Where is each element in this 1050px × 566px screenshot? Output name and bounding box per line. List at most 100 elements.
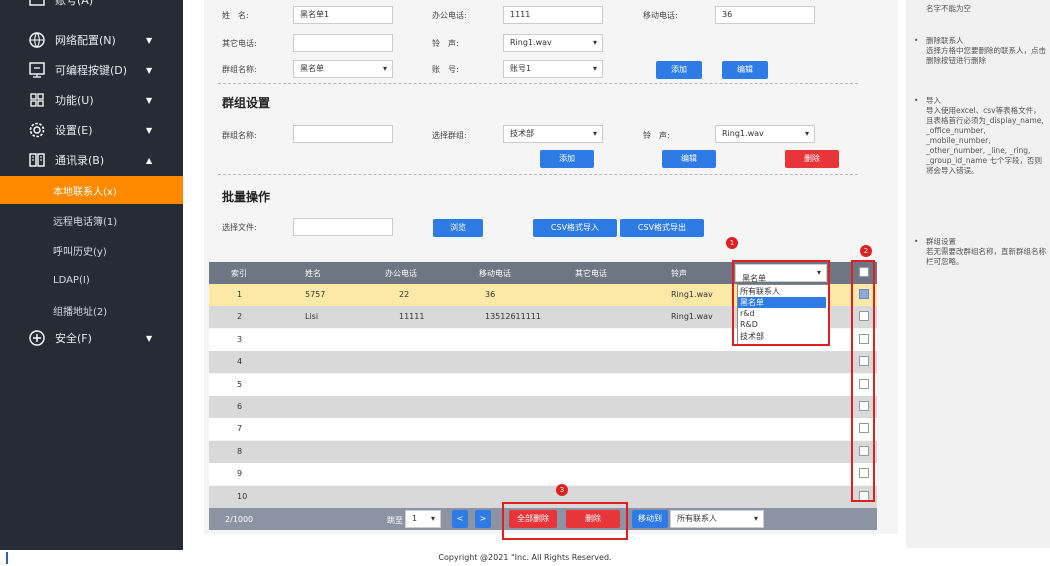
account-select[interactable]: 账号1 ▾ [503, 60, 603, 78]
chevron-down-icon: ▼ [146, 333, 153, 343]
sidebar-item-label: 设置(E) [55, 124, 93, 137]
prev-page-button[interactable]: < [452, 510, 468, 528]
add-group-button[interactable]: 添加 [540, 150, 594, 168]
help-text: 导入 导入使用excel、csv等表格文件，且表格首行必须为_display_n… [926, 96, 1044, 175]
cell-index: 8 [237, 446, 243, 456]
help-panel: 名字不能为空 • 删除联系人 选择方格中您要删除的联系人，点击删除按钮进行删除 •… [906, 0, 1050, 548]
chevron-down-icon: ▾ [592, 38, 597, 47]
sidebar-item-security[interactable]: 安全(F) ▼ [0, 324, 183, 352]
browse-button[interactable]: 浏览 [433, 219, 483, 237]
cell-index: 3 [237, 334, 243, 344]
account-select-value: 账号1 [510, 64, 532, 73]
sidebar-subitem-local-contacts[interactable]: 本地联系人(x) [0, 176, 183, 204]
group-settings-title: 群组设置 [222, 96, 271, 110]
help-text: 群组设置 若无需要改群组名称，直新群组名称栏可忽略。 [926, 237, 1046, 266]
book-icon [27, 150, 47, 170]
sidebar-item-features[interactable]: 功能(U) ▼ [0, 86, 183, 114]
ring-select-value: Ring1.wav [510, 38, 552, 47]
chevron-down-icon: ▼ [146, 125, 153, 135]
record-count: 2/1000 [225, 515, 254, 524]
bullet-icon: • [914, 36, 919, 45]
annotation-box-filter [732, 260, 830, 346]
chevron-down-icon: ▼ [146, 35, 153, 45]
csv-import-button[interactable]: CSV格式导入 [533, 219, 617, 237]
sidebar-subitem-label: 呼叫历史(y) [53, 246, 107, 258]
cell-index: 10 [237, 491, 248, 501]
sidebar-item-label: 安全(F) [55, 332, 92, 345]
table-row[interactable]: 5 [209, 373, 877, 396]
sidebar-item-programmable-keys[interactable]: 可编程按键(D) ▼ [0, 56, 183, 84]
add-contact-button[interactable]: 添加 [656, 61, 702, 79]
keyboard-icon [27, 60, 47, 80]
select-group-select[interactable]: 技术部 ▾ [503, 125, 603, 143]
table-row[interactable]: 6 [209, 396, 877, 418]
next-page-button[interactable]: > [475, 510, 491, 528]
ring-select[interactable]: Ring1.wav ▾ [503, 34, 603, 52]
chevron-down-icon: ▼ [146, 65, 153, 75]
help-item-import: • 导入 导入使用excel、csv等表格文件，且表格首行必须为_display_… [914, 96, 1048, 176]
table-row[interactable]: 9 [209, 463, 877, 486]
page-edge-marker [6, 552, 8, 564]
file-input[interactable] [293, 218, 393, 236]
sidebar-item-network[interactable]: 网络配置(N) ▼ [0, 26, 183, 54]
group-name-input[interactable] [293, 125, 393, 143]
header-ring: 铃声 [671, 269, 687, 278]
cell-name: Lisi [305, 312, 319, 322]
chevron-down-icon: ▼ [146, 95, 153, 105]
chevron-down-icon: ▾ [382, 64, 387, 73]
help-item-delete: • 删除联系人 选择方格中您要删除的联系人，点击删除按钮进行删除 [914, 36, 1048, 66]
annotation-box-checkboxes [851, 260, 875, 502]
bullet-icon: • [914, 237, 919, 246]
cell-name: 5757 [305, 290, 326, 299]
group-ring-select[interactable]: Ring1.wav ▾ [715, 125, 815, 143]
chevron-down-icon: ▾ [592, 64, 597, 73]
sidebar-subitem-remote-phonebook[interactable]: 远程电话簿(1) [0, 206, 183, 234]
move-target-select[interactable]: 所有联系人 ▾ [670, 510, 764, 528]
edit-contact-button[interactable]: 编辑 [722, 61, 768, 79]
table-row[interactable]: 8 [209, 440, 877, 463]
sidebar-subitem-multicast[interactable]: 组播地址(2) [0, 296, 183, 324]
mobile-phone-input[interactable]: 36 [715, 6, 815, 24]
cell-index: 6 [237, 402, 243, 411]
copyright: Copyright @2021 "Inc. All Rights Reserve… [438, 553, 612, 562]
cell-office: 22 [399, 290, 410, 299]
cell-mobile: 36 [485, 290, 496, 299]
group-select[interactable]: 黑名单 ▾ [293, 60, 393, 78]
office-phone-input[interactable]: 1111 [503, 6, 603, 24]
cell-index: 9 [237, 469, 243, 479]
edit-group-button[interactable]: 编辑 [662, 150, 716, 168]
other-phone-input[interactable] [293, 34, 393, 52]
annotation-badge-2: 2 [860, 245, 872, 257]
delete-group-button[interactable]: 删除 [785, 150, 839, 168]
sidebar-item-phonebook[interactable]: 通讯录(B) ▲ [0, 146, 183, 174]
sidebar: 账号(A) 网络配置(N) ▼ 可编程按键(D) ▼ 功能(U) ▼ 设置(E)… [0, 0, 183, 550]
ring-label: 铃 声: [432, 39, 459, 48]
table-row[interactable]: 4 [209, 351, 877, 374]
header-office: 办公电话 [385, 269, 417, 278]
header-other: 其它电话 [575, 269, 607, 278]
group-ring-value: Ring1.wav [722, 129, 764, 138]
name-input[interactable]: 黑名单1 [293, 6, 393, 24]
sidebar-subitem-label: 组播地址(2) [53, 306, 108, 318]
sidebar-subitem-call-history[interactable]: 呼叫历史(y) [0, 236, 183, 264]
shield-plus-icon [27, 328, 47, 348]
header-mobile: 移动电话 [479, 269, 511, 278]
table-row[interactable]: 7 [209, 418, 877, 441]
chevron-up-icon: ▲ [146, 155, 153, 165]
annotation-badge-3: 3 [556, 484, 568, 496]
group-ring-label: 铃 声: [643, 131, 670, 140]
help-top-text: 名字不能为空 [926, 4, 971, 13]
move-to-button[interactable]: 移动到 [632, 510, 668, 528]
sidebar-subitem-ldap[interactable]: LDAP(I) [0, 266, 183, 294]
csv-export-button[interactable]: CSV格式导出 [620, 219, 704, 237]
header-index: 索引 [231, 269, 247, 278]
sidebar-item-settings[interactable]: 设置(E) ▼ [0, 116, 183, 144]
office-phone-label: 办公电话: [432, 11, 467, 20]
group-name-label: 群组名称: [222, 131, 257, 140]
page-select[interactable]: 1 ▾ [405, 510, 441, 528]
sidebar-item-label: 通讯录(B) [55, 154, 105, 167]
cell-index: 4 [237, 357, 243, 367]
cell-mobile: 13512611111 [485, 312, 541, 322]
sidebar-item-account[interactable]: 账号(A) [0, 0, 183, 14]
other-phone-label: 其它电话: [222, 39, 257, 48]
